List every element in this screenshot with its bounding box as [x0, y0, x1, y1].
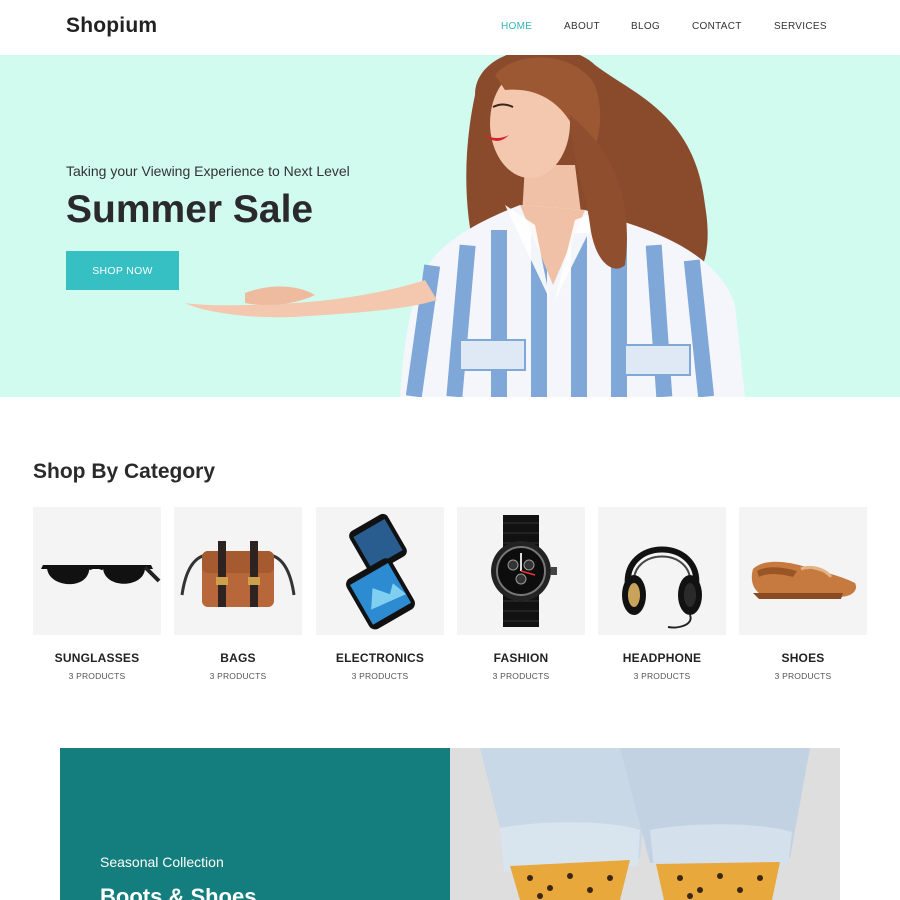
site-header: Shopium HOME ABOUT BLOG CONTACT SERVICES — [0, 0, 900, 55]
nav-home[interactable]: HOME — [501, 21, 532, 32]
category-count: 3 PRODUCTS — [633, 671, 691, 681]
category-name[interactable]: FASHION — [457, 651, 585, 665]
category-card-electronics[interactable] — [316, 507, 444, 635]
category-name[interactable]: SUNGLASSES — [33, 651, 161, 665]
category-name[interactable]: ELECTRONICS — [316, 651, 444, 665]
boots-photo — [450, 748, 840, 900]
hero-banner: Taking your Viewing Experience to Next L… — [0, 55, 900, 397]
sunglasses-icon — [41, 565, 161, 585]
shop-now-button[interactable]: SHOP NOW — [66, 251, 179, 290]
seasonal-banner: Seasonal Collection Boots & Shoes — [60, 748, 840, 900]
seasonal-subtitle: Seasonal Collection — [100, 854, 224, 870]
watch-icon — [491, 515, 557, 627]
hero-title: Summer Sale — [66, 188, 314, 231]
category-count: 3 PRODUCTS — [209, 671, 267, 681]
category-count: 3 PRODUCTS — [774, 671, 832, 681]
category-card-fashion[interactable] — [457, 507, 585, 635]
smartphone-icon — [346, 513, 415, 630]
bag-icon — [180, 541, 296, 607]
category-count: 3 PRODUCTS — [68, 671, 126, 681]
category-count: 3 PRODUCTS — [351, 671, 409, 681]
nav-about[interactable]: ABOUT — [564, 21, 600, 32]
category-card-shoes[interactable] — [739, 507, 867, 635]
nav-blog[interactable]: BLOG — [631, 21, 660, 32]
seasonal-text-panel: Seasonal Collection Boots & Shoes — [60, 748, 450, 900]
category-card-bags[interactable] — [174, 507, 302, 635]
seasonal-image — [450, 748, 840, 900]
category-section-title: Shop By Category — [33, 460, 216, 483]
category-card-headphone[interactable] — [598, 507, 726, 635]
shoe-icon — [751, 561, 857, 599]
category-count: 3 PRODUCTS — [492, 671, 550, 681]
category-name[interactable]: SHOES — [739, 651, 867, 665]
category-name[interactable]: HEADPHONE — [598, 651, 726, 665]
headphone-icon — [622, 546, 702, 629]
category-name[interactable]: BAGS — [174, 651, 302, 665]
category-card-sunglasses[interactable] — [33, 507, 161, 635]
nav-contact[interactable]: CONTACT — [692, 21, 742, 32]
nav-services[interactable]: SERVICES — [774, 21, 827, 32]
hero-subtitle: Taking your Viewing Experience to Next L… — [66, 163, 350, 179]
seasonal-title: Boots & Shoes — [100, 884, 257, 900]
site-logo[interactable]: Shopium — [66, 14, 157, 38]
